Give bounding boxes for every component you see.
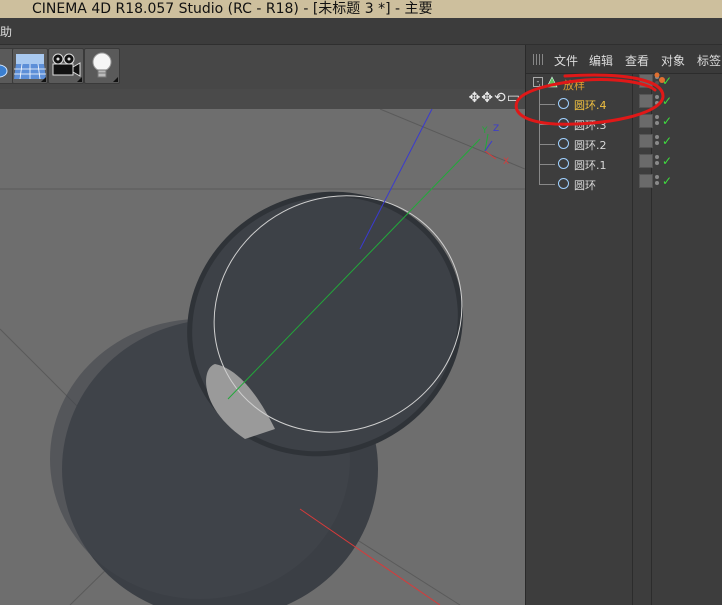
axis-gizmo: Y Z X: [481, 124, 509, 167]
object-row-circle-4[interactable]: 圆环.4 ✓: [526, 94, 722, 114]
layer-icon[interactable]: [639, 174, 653, 188]
object-manager: 文件 编辑 查看 对象 标签 - 放样 ✓ 圆环.4 ✓ 圆环.3 ✓ 圆环.2…: [525, 45, 722, 605]
om-menu-tags[interactable]: 标签: [697, 52, 721, 69]
circle-spline-icon: [558, 118, 569, 129]
panel-grip-icon[interactable]: [533, 54, 545, 65]
object-manager-menu: 文件 编辑 查看 对象 标签: [526, 45, 722, 74]
object-name[interactable]: 圆环.4: [574, 97, 607, 113]
om-menu-objects[interactable]: 对象: [661, 52, 685, 69]
object-row-circle[interactable]: 圆环 ✓: [526, 174, 722, 194]
axis-label-y: Y: [481, 126, 488, 136]
visibility-dots-icon[interactable]: [655, 135, 659, 149]
object-row-loft[interactable]: - 放样 ✓: [526, 71, 722, 94]
enabled-check-icon[interactable]: ✓: [662, 94, 672, 108]
light-button[interactable]: [84, 48, 120, 84]
perspective-viewport[interactable]: Y Z X: [0, 109, 525, 605]
visibility-dots-icon[interactable]: [655, 115, 659, 129]
loft-tag-icon[interactable]: [653, 71, 667, 85]
menu-help[interactable]: 助: [0, 23, 12, 40]
enabled-check-icon[interactable]: ✓: [662, 174, 672, 188]
om-menu-view[interactable]: 查看: [625, 52, 649, 69]
object-row-circle-2[interactable]: 圆环.2 ✓: [526, 134, 722, 154]
window-title: CINEMA 4D R18.057 Studio (RC - R18) - [未…: [32, 1, 433, 17]
object-row-circle-1[interactable]: 圆环.1 ✓: [526, 154, 722, 174]
collapse-toggle-icon[interactable]: -: [533, 77, 543, 87]
enabled-check-icon[interactable]: ✓: [662, 134, 672, 148]
layer-icon[interactable]: [639, 114, 653, 128]
layer-icon[interactable]: [639, 74, 653, 88]
visibility-dots-icon[interactable]: [655, 155, 659, 169]
viewport-scene: Y Z X: [0, 109, 525, 605]
circle-spline-icon: [558, 178, 569, 189]
object-row-circle-3[interactable]: 圆环.3 ✓: [526, 114, 722, 134]
camera-button[interactable]: [48, 48, 84, 84]
circle-spline-icon: [558, 158, 569, 169]
om-menu-file[interactable]: 文件: [554, 52, 578, 69]
circle-spline-icon: [558, 138, 569, 149]
enabled-check-icon[interactable]: ✓: [662, 154, 672, 168]
axis-label-z: Z: [493, 124, 499, 134]
layer-icon[interactable]: [639, 134, 653, 148]
object-name[interactable]: 圆环: [574, 177, 596, 193]
object-name[interactable]: 圆环.1: [574, 157, 607, 173]
object-name[interactable]: 圆环.3: [574, 117, 607, 133]
loft-object[interactable]: [50, 143, 510, 605]
viewport-nav-icons[interactable]: ✥✥⟲▭: [469, 90, 521, 106]
floor-button[interactable]: [12, 48, 48, 84]
object-name[interactable]: 放样: [563, 77, 585, 93]
visibility-dots-icon[interactable]: [655, 95, 659, 109]
layer-icon[interactable]: [639, 154, 653, 168]
window-title-bar: CINEMA 4D R18.057 Studio (RC - R18) - [未…: [0, 0, 722, 18]
viewport-header: ✥✥⟲▭: [0, 89, 525, 109]
visibility-dots-icon[interactable]: [655, 175, 659, 189]
om-menu-edit[interactable]: 编辑: [589, 52, 613, 69]
enabled-check-icon[interactable]: ✓: [662, 114, 672, 128]
toolbar: [0, 45, 525, 89]
axis-label-x: X: [503, 157, 509, 167]
menu-bar: 助: [0, 18, 722, 45]
object-name[interactable]: 圆环.2: [574, 137, 607, 153]
loft-icon: [546, 76, 558, 88]
layer-icon[interactable]: [639, 94, 653, 108]
circle-spline-icon: [558, 98, 569, 109]
